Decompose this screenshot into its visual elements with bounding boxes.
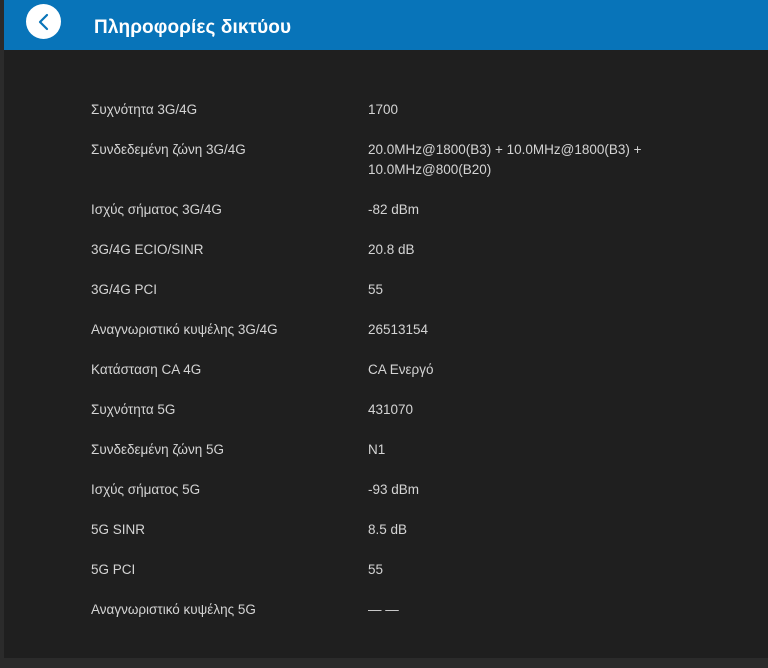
row-value: 431070 <box>368 402 414 417</box>
row-label: Συνδεδεμένη ζώνη 3G/4G <box>91 142 246 157</box>
row-label: Ισχύς σήματος 3G/4G <box>91 202 222 217</box>
network-info-panel: Συχνότητα 3G/4G 1700 Συνδεδεμένη ζώνη 3G… <box>4 50 768 656</box>
header-bar: Πληροφορίες δικτύου <box>4 0 768 50</box>
row-label: Αναγνωριστικό κυψέλης 5G <box>91 602 256 617</box>
row-label: 5G PCI <box>91 562 136 577</box>
row-value: 55 <box>368 562 384 577</box>
row-label: 3G/4G ECIO/SINR <box>91 242 204 257</box>
row-label: Συχνότητα 3G/4G <box>91 102 198 117</box>
row-label: Ισχύς σήματος 5G <box>91 482 201 497</box>
chevron-left-icon <box>37 13 51 31</box>
row-value: 20.8 dB <box>368 242 415 257</box>
row-value: -82 dBm <box>368 202 420 217</box>
back-button[interactable] <box>26 4 61 39</box>
row-value: 26513154 <box>368 322 429 337</box>
row-value: -93 dBm <box>368 482 420 497</box>
row-value: CA Ενεργό <box>368 362 434 377</box>
row-value: 20.0MHz@1800(B3) + 10.0MHz@1800(B3) + 10… <box>368 142 642 177</box>
row-label: Συχνότητα 5G <box>91 402 176 417</box>
row-value: — — <box>368 602 399 617</box>
row-value: N1 <box>368 442 386 457</box>
row-label: Κατάσταση CA 4G <box>91 362 202 377</box>
row-value: 55 <box>368 282 384 297</box>
row-label: 3G/4G PCI <box>91 282 158 297</box>
page-title: Πληροφορίες δικτύου <box>94 17 292 38</box>
row-label: Αναγνωριστικό κυψέλης 3G/4G <box>91 322 278 337</box>
row-label: 5G SINR <box>91 522 146 537</box>
row-label: Συνδεδεμένη ζώνη 5G <box>91 442 224 457</box>
row-value: 8.5 dB <box>368 522 408 537</box>
bottom-divider <box>4 658 768 668</box>
row-value: 1700 <box>368 102 399 117</box>
